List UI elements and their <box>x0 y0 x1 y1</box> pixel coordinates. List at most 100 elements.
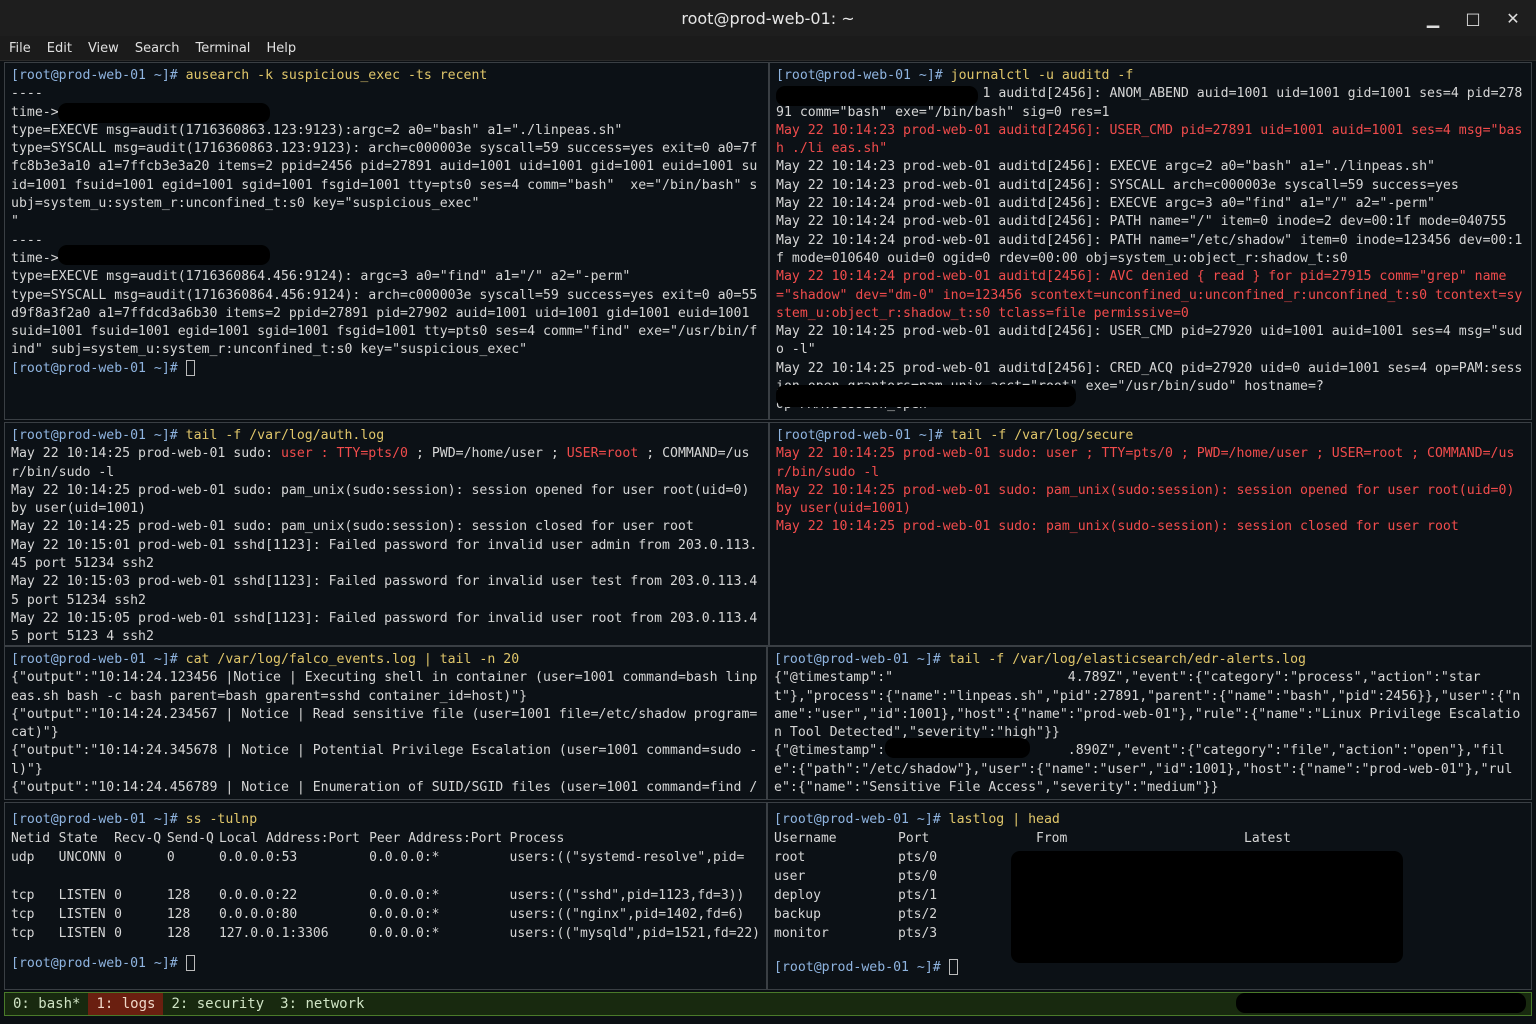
output-line: May 22 10:15:01 prod-web-01 sshd[1123]: … <box>11 537 758 572</box>
command-text: tail -f /var/log/secure <box>950 428 1134 443</box>
table-header: Netid State Recv-Q Send-Q Local Address:… <box>11 829 760 848</box>
pane-journalctl[interactable]: [root@prod-web-01 ~]# journalctl -u audi… <box>769 62 1532 420</box>
table-cell: 128 <box>166 907 191 923</box>
table-cell: 0.0.0.0:* <box>369 888 440 904</box>
terminal-output: [root@prod-web-01 ~]# journalctl -u audi… <box>776 67 1525 415</box>
table-cell <box>59 867 115 886</box>
table-cell <box>510 867 760 886</box>
highlight-user: user : TTY=pts/0 <box>280 446 408 462</box>
title-bar: root@prod-web-01: ~ ▁ □ ✕ <box>0 0 1536 36</box>
window-tab-logs[interactable]: 1: logs <box>88 993 164 1015</box>
pane-lastlog[interactable]: [root@prod-web-01 ~]# lastlog | head Use… <box>767 802 1532 990</box>
column-header: State <box>58 831 98 847</box>
command-text: cat /var/log/falco_events.log | tail -n … <box>185 652 520 667</box>
output-line: ---- <box>11 86 43 102</box>
command-text: lastlog | head <box>948 812 1060 827</box>
table-cell <box>369 867 509 886</box>
table-cell: LISTEN <box>58 907 106 923</box>
table-cell: tcp <box>11 888 35 904</box>
window-tab-security[interactable]: 2: security <box>163 996 272 1012</box>
table-row: tcp LISTEN 0 128 0.0.0.0:22 0.0.0.0:* users:((… <box>11 886 760 905</box>
window-title: root@prod-web-01: ~ <box>681 8 855 28</box>
table-cell: tcp <box>11 926 35 942</box>
table-cell: users:(("sshd",pid=1123,fd=3)) <box>509 888 745 904</box>
table-row: udp UNCONN 0 0 0.0.0.0:53 0.0.0.0:* users:(("s… <box>11 848 760 867</box>
output-line: May 22 10:14:25 prod-web-01 sudo: pam_un… <box>11 482 758 517</box>
column-header: Username <box>774 831 837 847</box>
command-text: tail -f /var/log/elasticsearch/edr-alert… <box>948 652 1306 667</box>
redaction-block <box>885 738 1030 758</box>
redaction-block <box>58 245 270 265</box>
redaction-block <box>1236 993 1526 1013</box>
window-tab-bash[interactable]: 0: bash* <box>5 996 88 1012</box>
table-cell: 0.0.0.0:* <box>369 850 440 866</box>
table-cell: 0.0.0.0:* <box>369 926 440 942</box>
table-cell <box>11 867 59 886</box>
pane-falco-events[interactable]: [root@prod-web-01 ~]# cat /var/log/falco… <box>4 646 767 800</box>
table-cell: users:(("mysqld",pid=1521,fd=22) <box>509 926 760 942</box>
terminal-output: [root@prod-web-01 ~]# tail -f /var/log/e… <box>774 651 1525 797</box>
table-cell: UNCONN <box>58 850 106 866</box>
pane-secure-log[interactable]: [root@prod-web-01 ~]# tail -f /var/log/s… <box>769 422 1532 646</box>
shell-prompt: [root@prod-web-01 ~]# <box>776 68 951 83</box>
terminal-output: [root@prod-web-01 ~]# <box>11 955 760 973</box>
shell-prompt: [root@prod-web-01 ~]# <box>774 960 949 976</box>
output-line: May 22 10:14:25 prod-web-01 sudo: pam_un… <box>11 519 694 535</box>
table-cell: 128 <box>166 926 191 942</box>
pane-auth-log[interactable]: [root@prod-web-01 ~]# tail -f /var/log/a… <box>4 422 769 646</box>
output-line: {"output":"10:14:24.234567 | Notice | Re… <box>11 706 758 741</box>
shell-prompt: [root@prod-web-01 ~]# <box>11 956 186 972</box>
output-line: type=EXECVE msg=audit(1716360864.456:912… <box>11 269 631 285</box>
table-cell: root <box>774 850 806 866</box>
close-icon[interactable]: ✕ <box>1504 9 1522 28</box>
menu-edit[interactable]: Edit <box>38 41 79 56</box>
output-line: May 22 10:14:25 prod-web-01 sudo: pam_un… <box>776 482 1523 517</box>
minimize-icon[interactable]: ▁ <box>1424 9 1442 28</box>
output-line: May 22 10:14:23 prod-web-01 auditd[2456]… <box>776 122 1523 157</box>
output-line: May 22 10:14:23 prod-web-01 auditd[2456]… <box>776 159 1435 175</box>
terminal-output: [root@prod-web-01 ~]# lastlog | head <box>774 811 1525 829</box>
cursor-icon <box>948 959 958 976</box>
cursor-icon <box>185 359 195 376</box>
table-cell: 128 <box>166 888 191 904</box>
output-line: {"@timestamp":" 4.789Z","event":{"catego… <box>774 670 1521 741</box>
maximize-icon[interactable]: □ <box>1464 9 1482 28</box>
window-tab-network[interactable]: 3: network <box>272 996 372 1012</box>
window-controls: ▁ □ ✕ <box>1424 0 1522 36</box>
shell-prompt: [root@prod-web-01 ~]# <box>11 428 186 443</box>
column-header: Peer Address:Port <box>369 831 503 847</box>
menu-terminal[interactable]: Terminal <box>186 41 257 56</box>
menu-search[interactable]: Search <box>126 41 187 56</box>
output-line: {"output":"10:14:24.456789 | Notice | En… <box>11 780 758 799</box>
column-header: Netid <box>11 831 51 847</box>
menu-help[interactable]: Help <box>257 41 303 56</box>
table-cell: user <box>774 869 806 885</box>
terminal-output: [root@prod-web-01 ~]# tail -f /var/log/a… <box>11 427 762 645</box>
output-line: May 22 10:14:24 prod-web-01 auditd[2456]… <box>776 269 1523 321</box>
output-line: type=SYSCALL msg=audit(1716360864.456:91… <box>11 287 758 358</box>
highlight-root: USER=root <box>566 446 639 462</box>
menu-file[interactable]: File <box>0 41 38 56</box>
column-header: Process <box>509 831 565 847</box>
pane-ss-sockets[interactable]: [root@prod-web-01 ~]# ss -tulnp Netid St… <box>4 802 767 990</box>
output-line: May 22 10:14:25 prod-web-01 auditd[2456]… <box>776 324 1523 358</box>
table-cell: 0.0.0.0:80 <box>218 907 298 923</box>
output-line: May 22 10:14:24 prod-web-01 auditd[2456]… <box>776 232 1523 266</box>
table-cell: LISTEN <box>58 888 106 904</box>
terminal-output: [root@prod-web-01 ~]# ss -tulnp <box>11 811 760 829</box>
table-cell: LISTEN <box>58 926 106 942</box>
column-header: From <box>1036 831 1068 847</box>
redaction-block <box>776 385 1076 407</box>
menu-view[interactable]: View <box>79 41 126 56</box>
table-cell: users:(("nginx",pid=1402,fd=6) <box>509 907 745 923</box>
table-cell: tcp <box>11 907 35 923</box>
table-cell: users:(("systemd-resolve",pid= <box>509 850 745 866</box>
column-header: Local Address:Port <box>218 831 360 847</box>
redaction-block <box>776 86 978 106</box>
menu-bar: File Edit View Search Terminal Help <box>0 36 1536 61</box>
table-cell: udp <box>11 850 35 866</box>
table-cell <box>167 867 219 886</box>
pane-edr-alerts[interactable]: [root@prod-web-01 ~]# tail -f /var/log/e… <box>767 646 1532 800</box>
table-row: tcp LISTEN 0 128 127.0.0.1:3306 0.0.0.0:* user… <box>11 924 760 943</box>
shell-prompt: [root@prod-web-01 ~]# <box>11 652 186 667</box>
